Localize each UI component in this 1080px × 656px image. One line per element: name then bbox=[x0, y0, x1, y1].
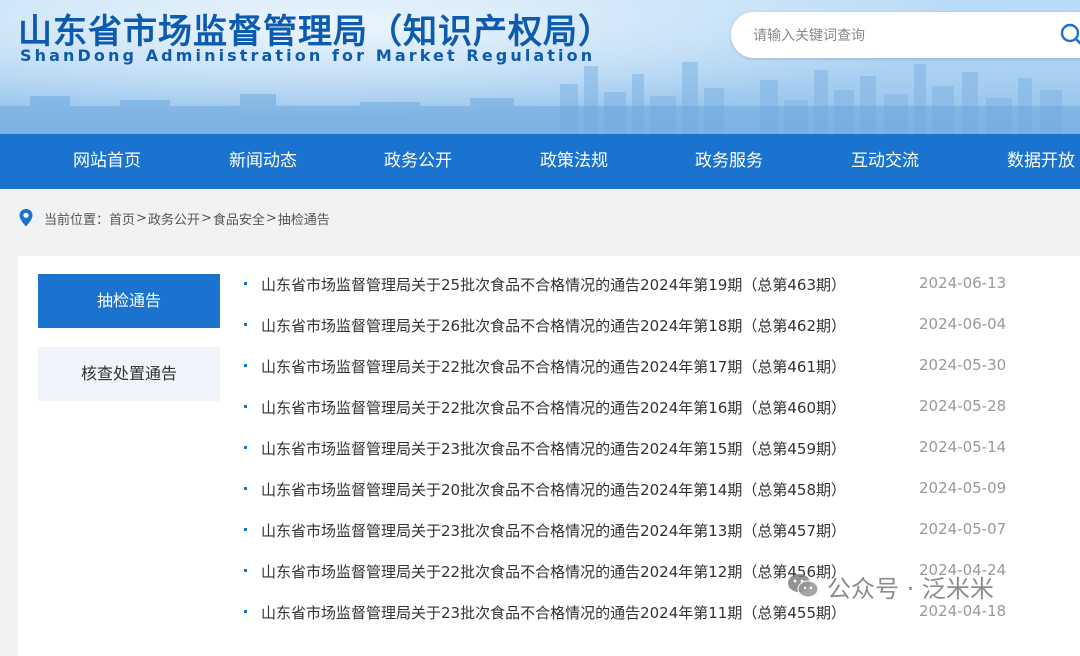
main-nav: 网站首页 新闻动态 政务公开 政策法规 政务服务 互动交流 数据开放 bbox=[0, 134, 1080, 189]
nav-item-gov-affairs[interactable]: 政务公开 bbox=[343, 134, 493, 189]
nav-item-open-data[interactable]: 数据开放 bbox=[966, 134, 1080, 189]
news-date: 2024-05-28 bbox=[919, 397, 1007, 415]
sidebar-item-verification-notices[interactable]: 核查处置通告 bbox=[38, 347, 220, 401]
list-item[interactable]: 山东省市场监督管理局关于20批次食品不合格情况的通告2024年第14期（总第45… bbox=[242, 471, 1080, 512]
search-input[interactable] bbox=[751, 24, 1045, 48]
news-title[interactable]: 山东省市场监督管理局关于22批次食品不合格情况的通告2024年第12期（总第45… bbox=[261, 561, 846, 582]
list-item[interactable]: 山东省市场监督管理局关于23批次食品不合格情况的通告2024年第13期（总第45… bbox=[242, 512, 1080, 553]
wechat-icon bbox=[788, 574, 819, 598]
news-title[interactable]: 山东省市场监督管理局关于22批次食品不合格情况的通告2024年第16期（总第46… bbox=[261, 397, 846, 418]
list-item[interactable]: 山东省市场监督管理局关于22批次食品不合格情况的通告2024年第16期（总第46… bbox=[242, 389, 1080, 430]
nav-item-interaction[interactable]: 互动交流 bbox=[810, 134, 960, 189]
sidebar-item-inspection-notices[interactable]: 抽检通告 bbox=[38, 274, 220, 328]
nav-item-policies[interactable]: 政策法规 bbox=[499, 134, 649, 189]
news-date: 2024-06-04 bbox=[919, 315, 1007, 333]
bullet-icon bbox=[244, 528, 247, 531]
bullet-icon bbox=[244, 282, 247, 285]
nav-item-home[interactable]: 网站首页 bbox=[32, 134, 182, 189]
bullet-icon bbox=[244, 569, 247, 572]
breadcrumb-gov-affairs[interactable]: 政务公开 bbox=[148, 209, 200, 228]
news-title[interactable]: 山东省市场监督管理局关于23批次食品不合格情况的通告2024年第11期（总第45… bbox=[261, 602, 846, 623]
breadcrumb-home[interactable]: 首页 bbox=[109, 209, 135, 228]
breadcrumb-separator: > bbox=[265, 210, 277, 226]
news-date: 2024-05-07 bbox=[919, 520, 1007, 538]
news-title[interactable]: 山东省市场监督管理局关于22批次食品不合格情况的通告2024年第17期（总第46… bbox=[261, 356, 846, 377]
search-icon[interactable] bbox=[1059, 22, 1080, 48]
news-date: 2024-05-14 bbox=[919, 438, 1007, 456]
location-pin-icon bbox=[19, 209, 33, 227]
list-item[interactable]: 山东省市场监督管理局关于26批次食品不合格情况的通告2024年第18期（总第46… bbox=[242, 307, 1080, 348]
breadcrumb-separator: > bbox=[200, 210, 212, 226]
news-date: 2024-05-30 bbox=[919, 356, 1007, 374]
bullet-icon bbox=[244, 364, 247, 367]
news-date: 2024-06-13 bbox=[919, 274, 1007, 292]
watermark-text: 公众号 · 泛米米 bbox=[827, 574, 994, 603]
news-title[interactable]: 山东省市场监督管理局关于25批次食品不合格情况的通告2024年第19期（总第46… bbox=[261, 274, 846, 295]
breadcrumb-prefix: 当前位置： bbox=[44, 212, 110, 228]
bullet-icon bbox=[244, 610, 247, 613]
search-box bbox=[731, 12, 1080, 58]
list-item[interactable]: 山东省市场监督管理局关于22批次食品不合格情况的通告2024年第17期（总第46… bbox=[242, 348, 1080, 389]
list-item[interactable]: 山东省市场监督管理局关于25批次食品不合格情况的通告2024年第19期（总第46… bbox=[242, 266, 1080, 307]
breadcrumb-separator: > bbox=[136, 210, 147, 226]
bullet-icon bbox=[244, 487, 247, 490]
breadcrumb: 当前位置： 首页 > 政务公开 > 食品安全 > 抽检通告 bbox=[18, 206, 330, 230]
news-title[interactable]: 山东省市场监督管理局关于26批次食品不合格情况的通告2024年第18期（总第46… bbox=[261, 315, 846, 336]
watermark: 公众号 · 泛米米 bbox=[787, 570, 994, 603]
news-date: 2024-04-18 bbox=[919, 602, 1007, 620]
news-title[interactable]: 山东省市场监督管理局关于20批次食品不合格情况的通告2024年第14期（总第45… bbox=[261, 479, 846, 500]
bullet-icon bbox=[244, 323, 247, 326]
bullet-icon bbox=[244, 405, 247, 408]
news-date: 2024-05-09 bbox=[919, 479, 1007, 497]
header-banner: 山东省市场监督管理局（知识产权局） ShanDong Administratio… bbox=[0, 0, 1080, 134]
site-title-english: ShanDong Administration for Market Regul… bbox=[20, 46, 596, 65]
news-title[interactable]: 山东省市场监督管理局关于23批次食品不合格情况的通告2024年第15期（总第45… bbox=[261, 438, 846, 459]
news-title[interactable]: 山东省市场监督管理局关于23批次食品不合格情况的通告2024年第13期（总第45… bbox=[261, 520, 846, 541]
nav-item-services[interactable]: 政务服务 bbox=[654, 134, 804, 189]
bullet-icon bbox=[244, 446, 247, 449]
breadcrumb-current[interactable]: 抽检通告 bbox=[278, 209, 330, 228]
nav-item-news[interactable]: 新闻动态 bbox=[188, 134, 338, 189]
breadcrumb-food-safety[interactable]: 食品安全 bbox=[213, 209, 265, 228]
list-item[interactable]: 山东省市场监督管理局关于23批次食品不合格情况的通告2024年第15期（总第45… bbox=[242, 430, 1080, 471]
